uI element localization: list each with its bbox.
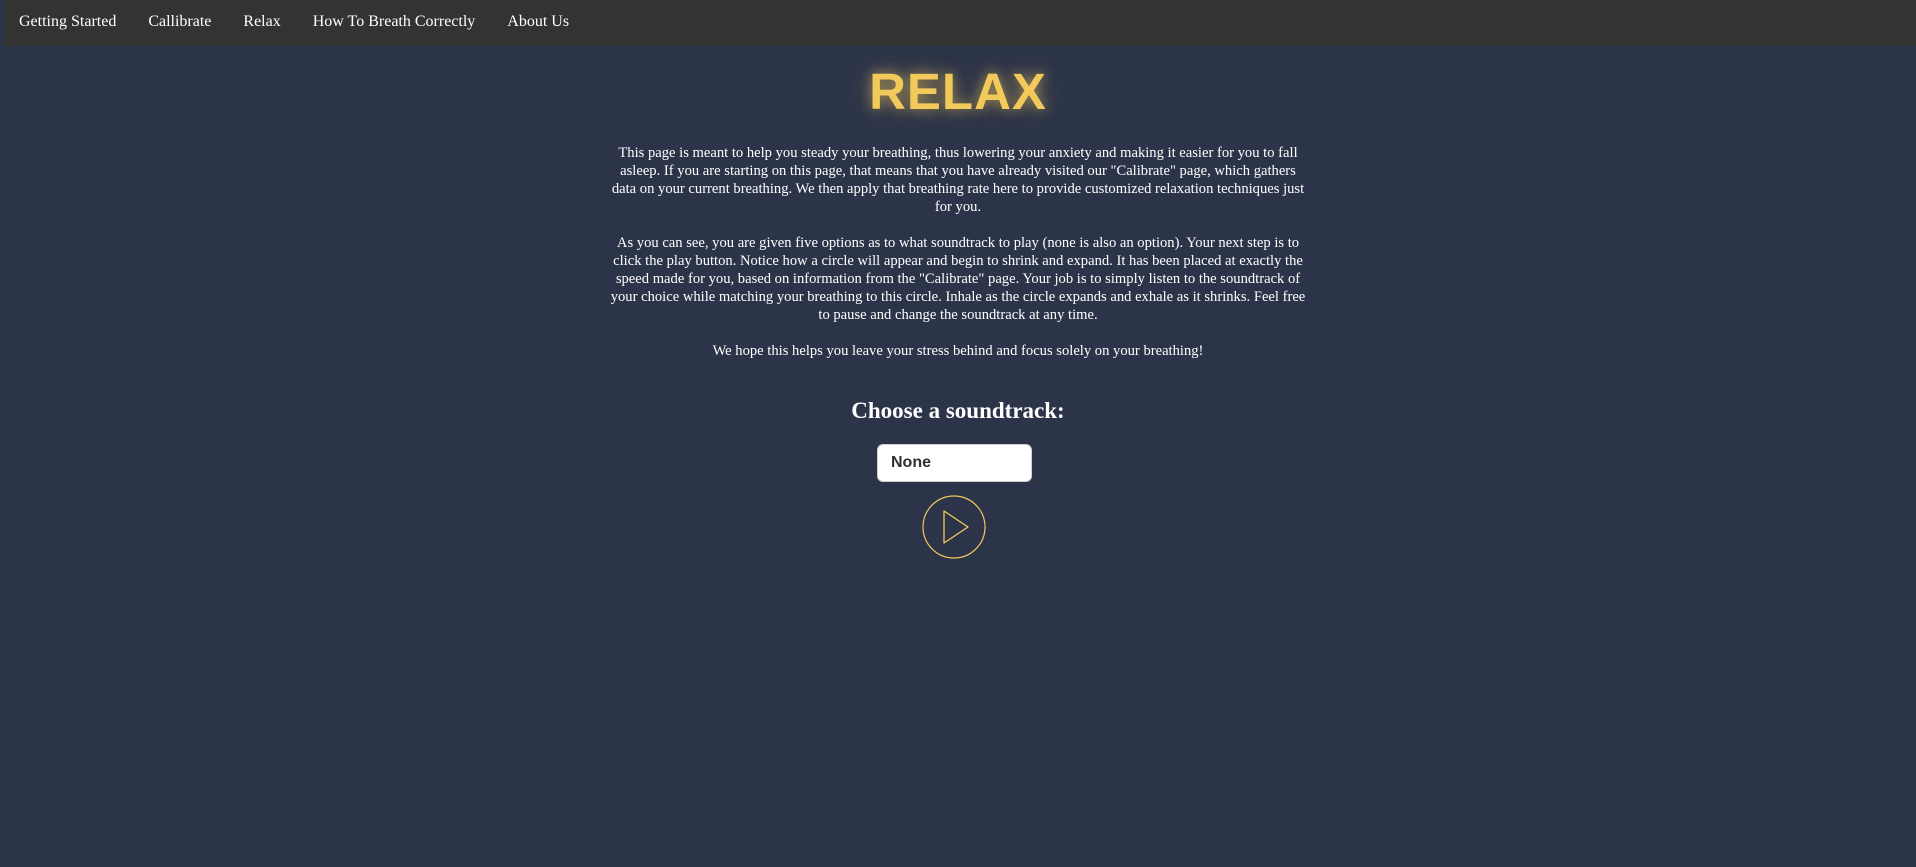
play-button[interactable] (922, 495, 986, 559)
play-icon (922, 495, 986, 559)
soundtrack-select-value: None (891, 454, 931, 471)
closing-paragraph: We hope this helps you leave your stress… (712, 343, 1204, 359)
nav-link-how-to-breath-correctly[interactable]: How To Breath Correctly (313, 14, 476, 32)
soundtrack-heading: Choose a soundtrack: (851, 398, 1065, 423)
page-title: RELAX (869, 63, 1047, 120)
top-navigation: Getting Started Callibrate Relax How To … (4, 0, 1916, 46)
instructions-paragraph: As you can see, you are given five optio… (610, 235, 1306, 323)
nav-link-callibrate[interactable]: Callibrate (148, 14, 211, 32)
nav-link-getting-started[interactable]: Getting Started (19, 14, 116, 32)
nav-link-relax[interactable]: Relax (243, 14, 280, 32)
nav-link-about-us[interactable]: About Us (507, 14, 569, 32)
soundtrack-select[interactable]: None (877, 444, 1032, 482)
intro-paragraph: This page is meant to help you steady yo… (611, 145, 1305, 215)
intro-text: This page is meant to help you steady yo… (608, 144, 1308, 378)
